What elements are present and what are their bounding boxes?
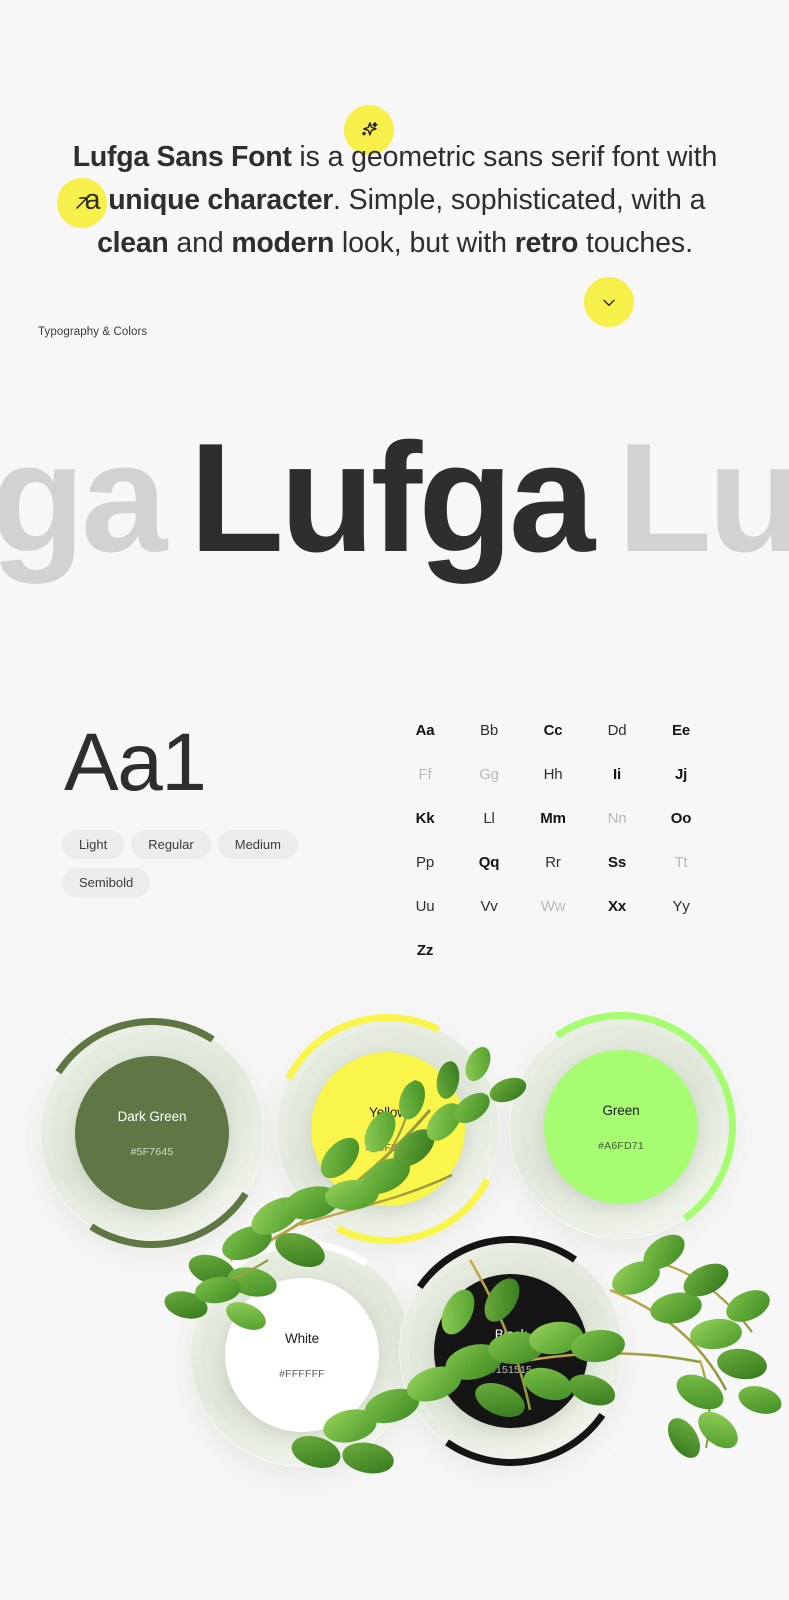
check-badge[interactable] — [584, 277, 634, 327]
glyph-v: Vv — [480, 897, 498, 915]
headline-text: look, but with — [334, 227, 515, 259]
swatch-hex: #A6FD71 — [598, 1139, 644, 1152]
headline-emphasis: Lufga Sans Font — [72, 141, 292, 173]
color-swatch-dark-green[interactable]: Dark Green #5F7645 — [15, 996, 289, 1270]
glyph-q: Qq — [478, 853, 500, 871]
glyph-m: Mm — [540, 809, 566, 827]
hero-section: Lufga Sans Font is a geometric sans seri… — [0, 0, 789, 360]
swatch-core: Dark Green #5F7645 — [75, 1056, 229, 1210]
swatch-core: Yellow #F9F54B — [311, 1052, 465, 1206]
glyph-f: Ff — [418, 765, 432, 783]
glyph-p: Pp — [416, 853, 434, 871]
glyph-w: Ww — [540, 897, 566, 915]
glyph-t: Tt — [674, 853, 688, 871]
swatch-name: Green — [602, 1102, 640, 1118]
swatch-name: Black — [494, 1326, 528, 1342]
type-specimen-section: Aa1 Light Regular Medium Semibold Aa Bb Cc Dd E… — [0, 690, 789, 959]
glyph-x: Xx — [608, 897, 626, 915]
swatch-hex: #FFFFFF — [279, 1367, 325, 1380]
glyph-n: Nn — [607, 809, 627, 827]
weight-pill-light[interactable]: Light — [62, 830, 125, 859]
headline-text: touches. — [578, 227, 693, 259]
headline-emphasis: modern — [231, 227, 335, 259]
wordmark-ghost-right: Lu — [617, 411, 789, 584]
glyph-g: Gg — [479, 765, 499, 783]
swatch-hex: #151515 — [489, 1363, 533, 1376]
glyph-l: Ll — [483, 809, 495, 827]
color-palette-section: Dark Green #5F7645 Yellow #F9F54B Green #A6FD… — [0, 984, 789, 1489]
wordmark-ghost-left: ga — [0, 411, 167, 584]
weight-pill-regular[interactable]: Regular — [131, 830, 211, 859]
color-swatch-white[interactable]: White #FFFFFF — [168, 1221, 436, 1489]
swatch-hex: #F9F54B — [365, 1141, 411, 1154]
weight-pill-medium[interactable]: Medium — [217, 830, 298, 859]
headline-text: . Simple, sophisticated, with a — [333, 184, 706, 216]
color-swatch-green[interactable]: Green #A6FD71 — [487, 993, 755, 1261]
swatch-name: Dark Green — [117, 1108, 187, 1124]
headline-emphasis: unique character — [108, 184, 334, 216]
swatch-core: Green #A6FD71 — [544, 1050, 698, 1204]
page-title: Lufga Sans Font is a geometric sans seri… — [70, 136, 720, 265]
glyph-i: Ii — [613, 765, 621, 783]
glyph-s: Ss — [608, 853, 626, 871]
font-weight-list: Light Regular Medium Semibold — [62, 830, 302, 897]
weight-pill-semibold[interactable]: Semibold — [62, 868, 151, 897]
glyph-u: Uu — [415, 897, 435, 915]
swatch-name: White — [284, 1330, 319, 1346]
glyph-r: Rr — [545, 853, 561, 871]
check-icon — [599, 292, 619, 312]
glyph-j: Jj — [674, 765, 688, 783]
wordmark-row: ga Lufga Lu — [0, 398, 789, 598]
glyph-o: Oo — [670, 809, 692, 827]
wordmark-band: ga Lufga Lu — [0, 398, 789, 598]
glyph-y: Yy — [672, 897, 690, 915]
glyph-h: Hh — [543, 765, 563, 783]
glyph-a: Aa — [415, 721, 435, 739]
glyph-b: Bb — [480, 721, 498, 739]
color-swatch-black[interactable]: Black #151515 — [377, 1217, 645, 1485]
color-swatch-yellow[interactable]: Yellow #F9F54B — [243, 984, 533, 1274]
headline-emphasis: retro — [514, 227, 579, 259]
glyph-c: Cc — [543, 721, 563, 739]
wordmark-main: Lufga — [189, 411, 595, 584]
glyph-d: Dd — [607, 721, 627, 739]
headline-text: and — [168, 227, 232, 259]
headline-emphasis: clean — [97, 227, 169, 259]
swatch-hex: #5F7645 — [130, 1145, 174, 1158]
specimen-sample: Aa1 — [64, 717, 207, 808]
alphabet-grid: Aa Bb Cc Dd Ee Ff Gg Hh Ii Jj Kk Ll Mm Nn Oo Pp Qq Rr Ss Tt… — [393, 708, 713, 972]
swatch-name: Yellow — [369, 1104, 407, 1120]
glyph-k: Kk — [415, 809, 435, 827]
swatch-core: Black #151515 — [434, 1274, 588, 1428]
glyph-e: Ee — [672, 721, 690, 739]
glyph-z: Zz — [416, 941, 434, 959]
swatch-core: White #FFFFFF — [225, 1278, 379, 1432]
section-caption: Typography & Colors — [38, 326, 148, 338]
